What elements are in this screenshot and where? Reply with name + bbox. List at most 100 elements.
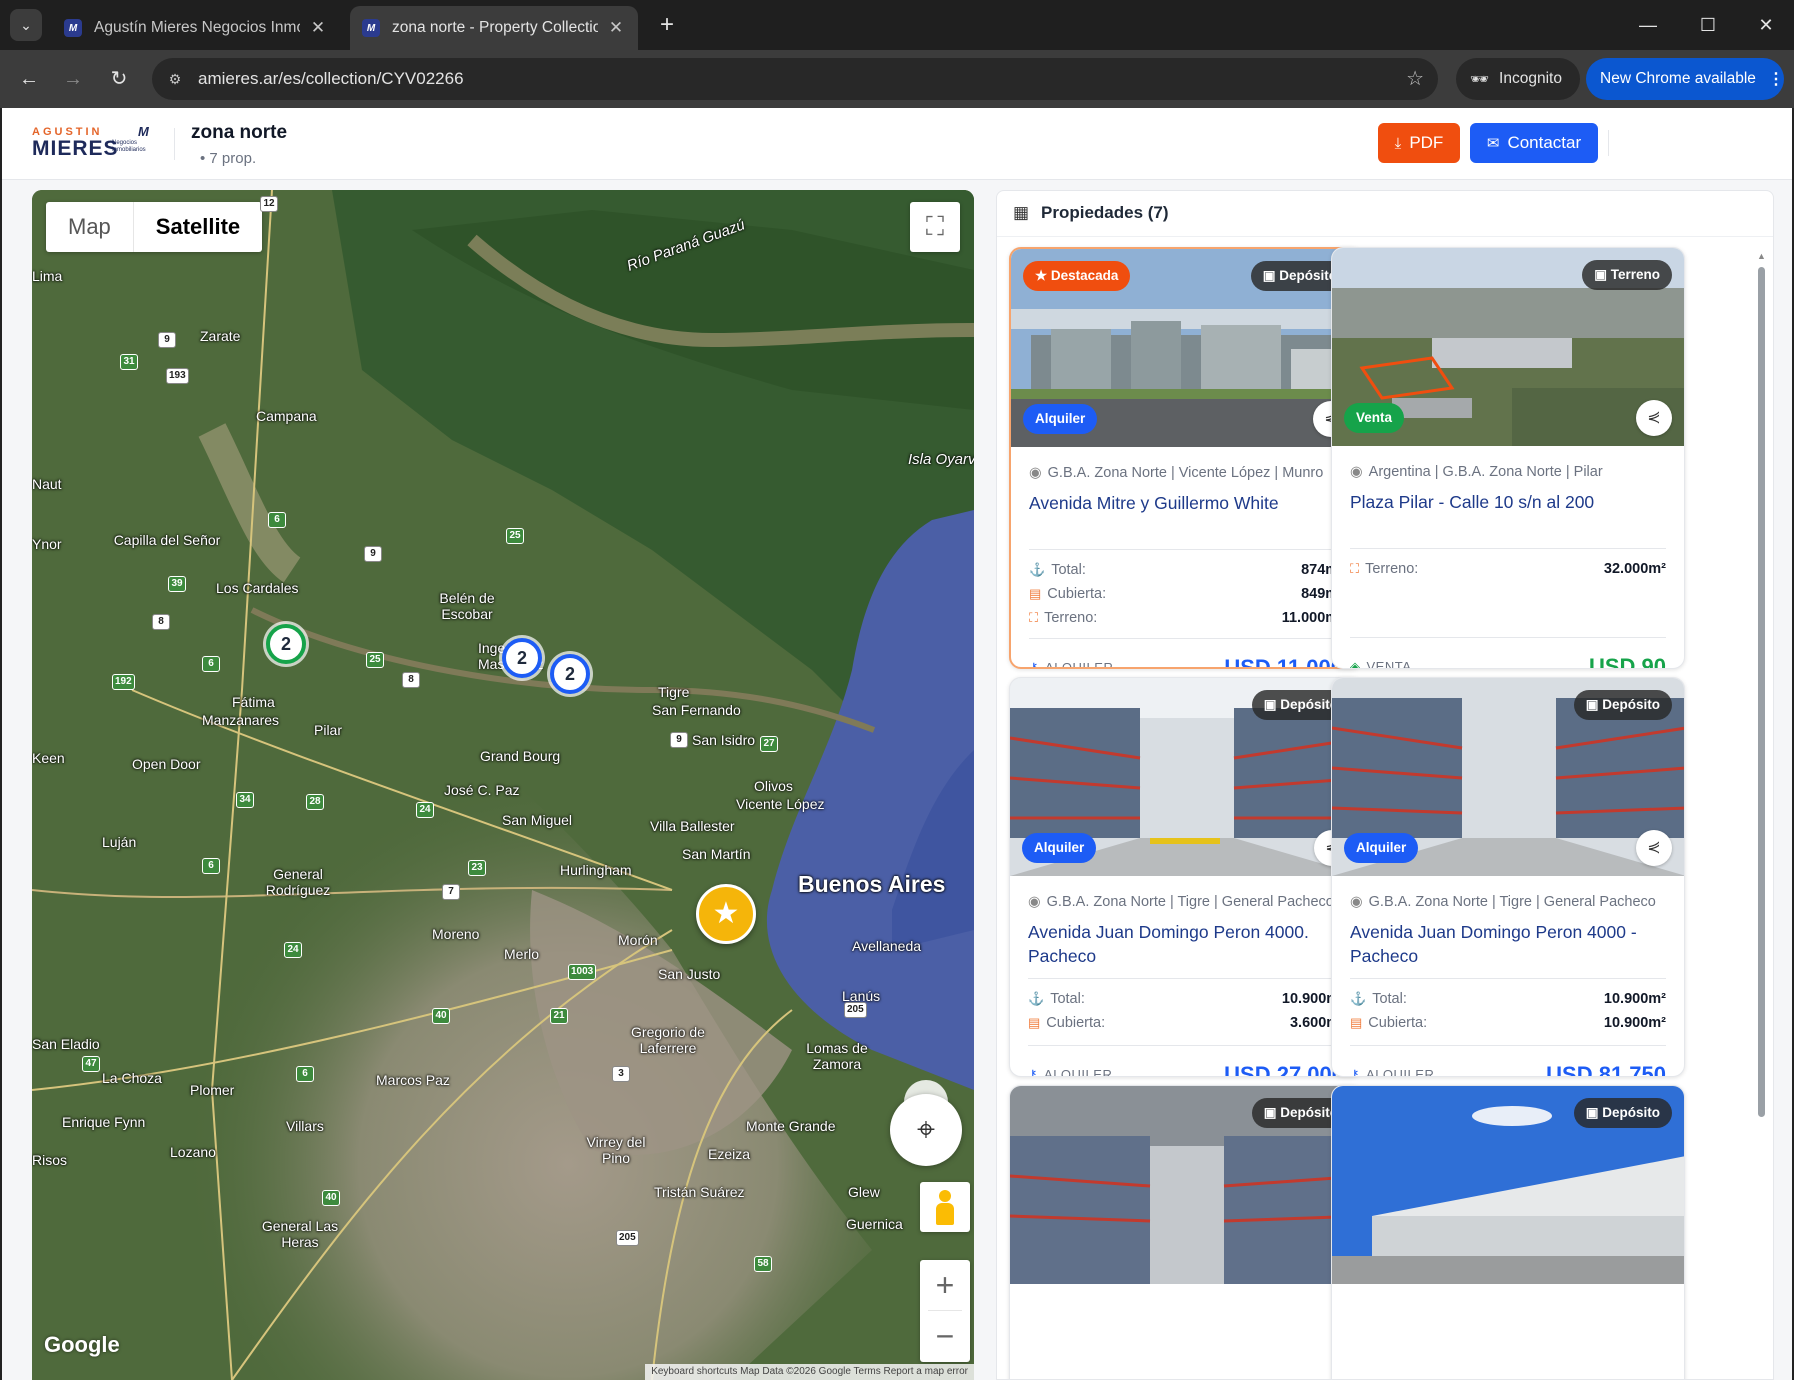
map-type-map-button[interactable]: Map [46, 202, 133, 252]
spec-row: ▤ Cubierta: 3.600m² [1028, 1011, 1344, 1035]
type-label: Depósito [1279, 268, 1337, 283]
spec-row: ⚓ Total: 10.900m² [1028, 987, 1344, 1011]
scroll-up-icon[interactable]: ▲ [1757, 251, 1766, 261]
update-label: New Chrome available [1600, 70, 1756, 87]
property-photo[interactable]: ▣ Depósito Alquiler ⋞ [1332, 678, 1684, 876]
total-area-icon: ⚓ [1029, 562, 1046, 577]
map-label: Vicente López [736, 796, 825, 812]
app-header: AGUSTIN MIERES Negocios Inmobiliarios M … [2, 108, 1792, 180]
google-logo[interactable]: Google [44, 1332, 120, 1358]
close-tab-icon[interactable]: ✕ [606, 18, 626, 38]
map-attribution[interactable]: Keyboard shortcuts Map Data ©2026 Google… [645, 1364, 974, 1380]
maximize-icon[interactable]: ☐ [1686, 8, 1730, 42]
share-icon[interactable]: ⋞ [1636, 830, 1672, 866]
building-icon: ▣ [1594, 267, 1611, 282]
new-tab-button[interactable]: + [652, 10, 682, 40]
location-text: Argentina | G.B.A. Zona Norte | Pilar [1368, 464, 1603, 480]
property-name[interactable]: Avenida Mitre y Guillermo White [1029, 491, 1343, 539]
incognito-indicator[interactable]: 🕶 Incognito [1456, 58, 1580, 100]
browser-tab[interactable]: M Agustín Mieres Negocios Inmobiliarios … [52, 6, 340, 50]
spec-label: Cubierta: [1368, 1015, 1428, 1031]
street-view-pegman-icon[interactable] [920, 1182, 970, 1232]
map-label: Hurlingham [560, 862, 632, 878]
map-cluster-marker[interactable]: 2 [502, 638, 542, 678]
building-icon: ▣ [1262, 268, 1280, 283]
property-card[interactable]: ★ Destacada ▣ Depósito Alquiler ⋞ ◉ G.B.A… [1009, 247, 1363, 669]
update-chrome-button[interactable]: New Chrome available ⋮ [1586, 58, 1784, 100]
map-cluster-marker[interactable]: 2 [266, 624, 306, 664]
property-type-badge: ▣ Terreno [1582, 260, 1672, 290]
scroll-thumb[interactable] [1758, 267, 1765, 1117]
type-label: Depósito [1280, 1105, 1338, 1120]
route-shield: 31 [120, 354, 138, 370]
browser-tab-active[interactable]: M zona norte - Property Collection ✕ [350, 6, 638, 50]
tab-search-button[interactable]: ⌄ [10, 9, 42, 41]
route-shield: 34 [236, 792, 254, 808]
featured-property-marker[interactable]: ★ [696, 884, 756, 944]
building-icon: ▣ [1585, 1105, 1603, 1120]
map-label: Villars [286, 1118, 324, 1134]
property-price: USD 11.000 [1224, 655, 1343, 669]
address-bar[interactable]: ⚙ amieres.ar/es/collection/CYV02266 ☆ [152, 58, 1438, 100]
site-settings-icon[interactable]: ⚙ [164, 68, 186, 90]
zoom-divider [928, 1310, 962, 1311]
operation-label: ⚷ ALQUILER [1350, 1067, 1434, 1077]
contact-button[interactable]: ✉ Contactar [1470, 123, 1598, 163]
operation-label: ⚷ ALQUILER [1029, 660, 1113, 667]
download-pdf-icon: ⤓ [1394, 134, 1402, 152]
operation-label: ⚷ ALQUILER [1028, 1067, 1113, 1077]
route-shield: 47 [82, 1056, 100, 1072]
type-label: Depósito [1602, 697, 1660, 712]
my-location-icon[interactable]: ⌖ [890, 1094, 962, 1166]
map-label: Monte Grande [746, 1118, 836, 1134]
property-name[interactable]: Plaza Pilar - Calle 10 s/n al 200 [1350, 490, 1666, 538]
operation-text: ALQUILER [1044, 1067, 1113, 1077]
share-icon[interactable]: ⋞ [1636, 400, 1672, 436]
close-window-icon[interactable]: ✕ [1744, 8, 1788, 42]
envelope-icon: ✉ [1486, 135, 1500, 152]
back-arrow-icon[interactable]: ← [14, 64, 44, 94]
map-type-satellite-button[interactable]: Satellite [132, 202, 262, 252]
route-shield: 9 [670, 732, 688, 748]
property-footer: ⚷ ALQUILER USD 11.000 [1029, 639, 1343, 669]
property-card[interactable]: ▣ Depósito Alquiler ⋞ ◉ G.B.A. Zona Norte… [1009, 677, 1363, 1077]
url-text[interactable]: amieres.ar/es/collection/CYV02266 [198, 69, 464, 89]
browser-toolbar: ← → ↻ ⚙ amieres.ar/es/collection/CYV0226… [0, 50, 1794, 108]
route-shield: 27 [760, 736, 778, 752]
map-type-control: Map Satellite [46, 202, 263, 252]
key-icon: ⚷ [1350, 1067, 1361, 1077]
type-label: Depósito [1280, 697, 1338, 712]
location-text: G.B.A. Zona Norte | Vicente López | Munr… [1047, 465, 1324, 481]
covered-area-icon: ▤ [1350, 1015, 1363, 1030]
pdf-button[interactable]: ⤓ PDF [1378, 123, 1460, 163]
spec-row: ⚓ Total: 874m² [1029, 558, 1343, 582]
bookmark-star-icon[interactable]: ☆ [1406, 66, 1424, 91]
fullscreen-icon[interactable]: ⛶ [910, 202, 960, 252]
property-card[interactable]: ▣ Depósito [1009, 1085, 1363, 1379]
scrollbar[interactable]: ▲ [1757, 251, 1766, 1151]
property-photo[interactable]: ▣ Terreno Venta ⋞ [1332, 248, 1684, 446]
property-photo[interactable]: ▣ Depósito [1010, 1086, 1362, 1284]
mieres-logo[interactable]: AGUSTIN MIERES Negocios Inmobiliarios M [32, 124, 162, 166]
property-name[interactable]: Avenida Juan Domingo Peron 4000. Pacheco [1028, 920, 1344, 968]
property-name[interactable]: Avenida Juan Domingo Peron 4000 - Pachec… [1350, 920, 1666, 968]
more-menu-icon[interactable]: ⋮ [1768, 69, 1784, 89]
property-card[interactable]: ▣ Terreno Venta ⋞ ◉ Argentina | G.B.A. Zo… [1331, 247, 1685, 669]
map-label: Isla Oyarvide [908, 451, 974, 468]
property-card[interactable]: ▣ Depósito Alquiler ⋞ ◉ G.B.A. Zona Norte… [1331, 677, 1685, 1077]
zoom-out-icon[interactable]: − [920, 1311, 970, 1362]
property-card[interactable]: ▣ Depósito [1331, 1085, 1685, 1379]
minimize-icon[interactable]: — [1626, 8, 1670, 42]
map[interactable]: Map Satellite ⛶ Río Paraná Guazú Isla Oy… [32, 190, 974, 1380]
spec-row: ⛶ Terreno: 11.000m² [1029, 606, 1343, 630]
map-label: Belén de Escobar [439, 590, 495, 622]
close-tab-icon[interactable]: ✕ [308, 18, 328, 38]
property-price: USD 81.750 [1546, 1062, 1666, 1077]
property-photo[interactable]: ▣ Depósito [1332, 1086, 1684, 1284]
map-cluster-marker[interactable]: 2 [550, 654, 590, 694]
forward-arrow-icon[interactable]: → [58, 64, 88, 94]
zoom-in-icon[interactable]: + [920, 1260, 970, 1311]
property-photo[interactable]: ★ Destacada ▣ Depósito Alquiler ⋞ [1011, 249, 1361, 447]
reload-icon[interactable]: ↻ [104, 64, 134, 94]
property-photo[interactable]: ▣ Depósito Alquiler ⋞ [1010, 678, 1362, 876]
